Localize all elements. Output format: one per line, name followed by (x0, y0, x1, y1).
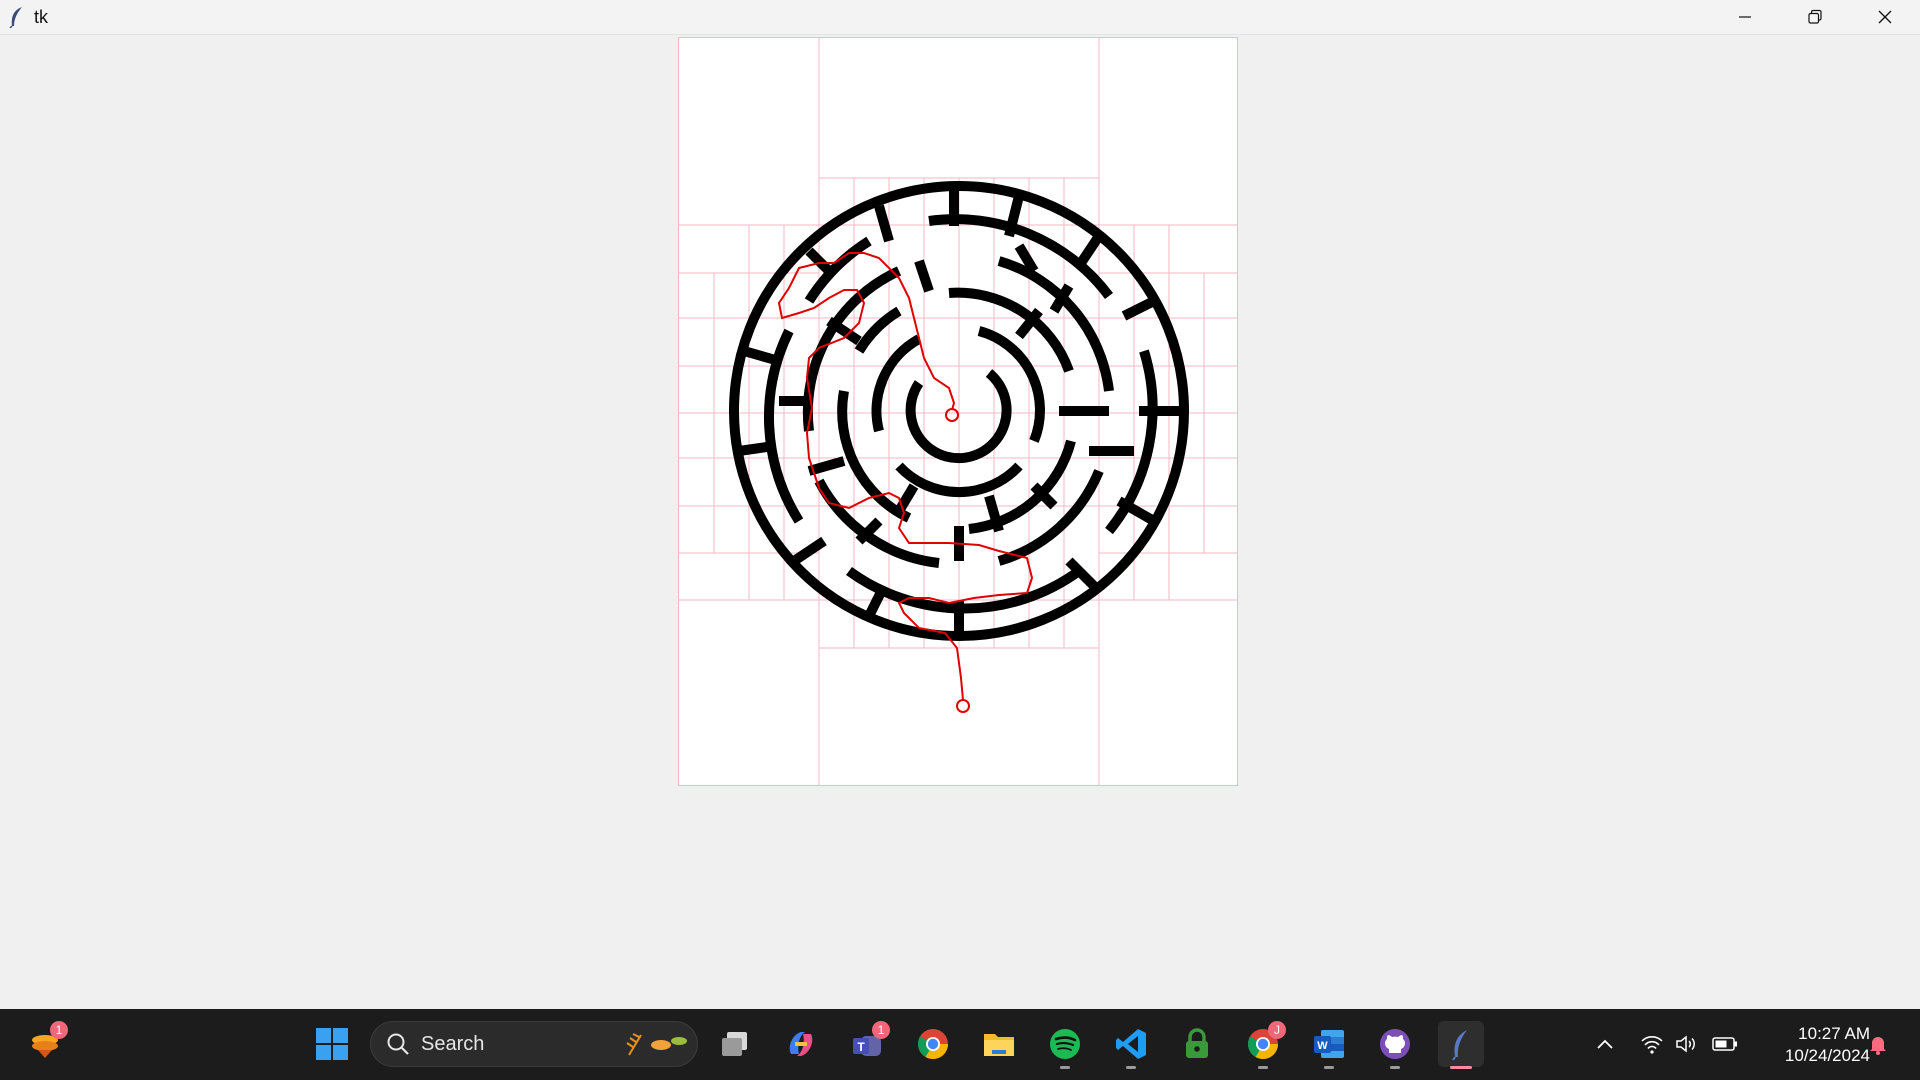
tk-active-indicator (1450, 1066, 1472, 1069)
file-explorer-button[interactable] (976, 1021, 1022, 1067)
vscode-button[interactable] (1108, 1021, 1154, 1069)
volume-icon (1676, 1035, 1695, 1053)
teams-button[interactable]: T 1 (844, 1021, 890, 1067)
spotify-running-indicator (1060, 1066, 1070, 1069)
wifi-button[interactable] (1640, 1033, 1664, 1055)
search-highlight-icon (626, 1033, 687, 1056)
window-title: tk (34, 6, 49, 27)
github-desktop-button[interactable] (1372, 1021, 1418, 1069)
taskbar: 1 Search T 1 J W 10:27 AM 10/24/2024 (0, 1009, 1920, 1080)
vpn-button[interactable] (1174, 1021, 1220, 1067)
chrome-icon (917, 1029, 948, 1060)
file-explorer-icon (984, 1034, 1014, 1056)
chrome-profile-button[interactable]: J (1240, 1021, 1286, 1069)
svg-text:T: T (857, 1040, 865, 1054)
start-icon (316, 1028, 348, 1060)
minimize-icon (1739, 16, 1751, 18)
tk-app-button[interactable] (1438, 1021, 1484, 1069)
start-button[interactable] (309, 1021, 355, 1067)
copilot-icon (789, 1032, 813, 1056)
github-running-indicator (1390, 1066, 1400, 1069)
feather-icon (9, 7, 22, 28)
restore-icon (1808, 9, 1822, 24)
word-icon: W (1314, 1030, 1344, 1058)
task-view-icon (722, 1032, 747, 1056)
chevron-up-icon (1597, 1039, 1613, 1049)
search-placeholder: Search (421, 1032, 485, 1055)
restore-button[interactable] (1780, 0, 1850, 34)
chrome-profile-running-indicator (1258, 1066, 1268, 1069)
app-window: tk (0, 0, 1920, 1009)
widgets-button[interactable]: 1 (22, 1021, 68, 1067)
vscode-running-indicator (1126, 1066, 1136, 1069)
battery-button[interactable] (1712, 1033, 1738, 1055)
title-bar[interactable]: tk (0, 0, 1920, 35)
system-clock[interactable]: 10:27 AM 10/24/2024 (1785, 1023, 1870, 1067)
minimize-button[interactable] (1710, 0, 1780, 34)
clock-date: 10/24/2024 (1784, 1046, 1870, 1065)
github-desktop-icon (1380, 1029, 1410, 1059)
chrome-button[interactable] (910, 1021, 956, 1067)
task-view-button[interactable] (712, 1021, 758, 1067)
close-button[interactable] (1850, 0, 1920, 34)
show-hidden-icons-button[interactable] (1594, 1033, 1616, 1055)
word-running-indicator (1324, 1066, 1334, 1069)
teams-badge: 1 (872, 1021, 890, 1039)
search-icon (387, 1033, 409, 1055)
chrome-profile-badge: J (1268, 1021, 1286, 1039)
notifications-button[interactable] (1866, 1032, 1890, 1056)
svg-text:W: W (1317, 1040, 1328, 1052)
vpn-lock-icon (1186, 1028, 1208, 1058)
widgets-badge: 1 (50, 1021, 68, 1039)
maze-canvas[interactable] (678, 37, 1238, 786)
copilot-button[interactable] (778, 1021, 824, 1067)
vscode-icon (1116, 1029, 1146, 1059)
maze-drawing (679, 38, 1237, 785)
word-button[interactable]: W (1306, 1021, 1352, 1069)
taskbar-search[interactable]: Search (370, 1021, 698, 1067)
bell-icon (1870, 1037, 1886, 1055)
battery-icon (1712, 1037, 1737, 1051)
wifi-icon (1641, 1036, 1663, 1054)
close-icon (1878, 10, 1892, 24)
spotify-button[interactable] (1042, 1021, 1088, 1069)
spotify-icon (1050, 1029, 1080, 1059)
tk-feather-icon (1452, 1030, 1467, 1061)
clock-time: 10:27 AM (1798, 1024, 1870, 1043)
volume-button[interactable] (1674, 1033, 1698, 1055)
